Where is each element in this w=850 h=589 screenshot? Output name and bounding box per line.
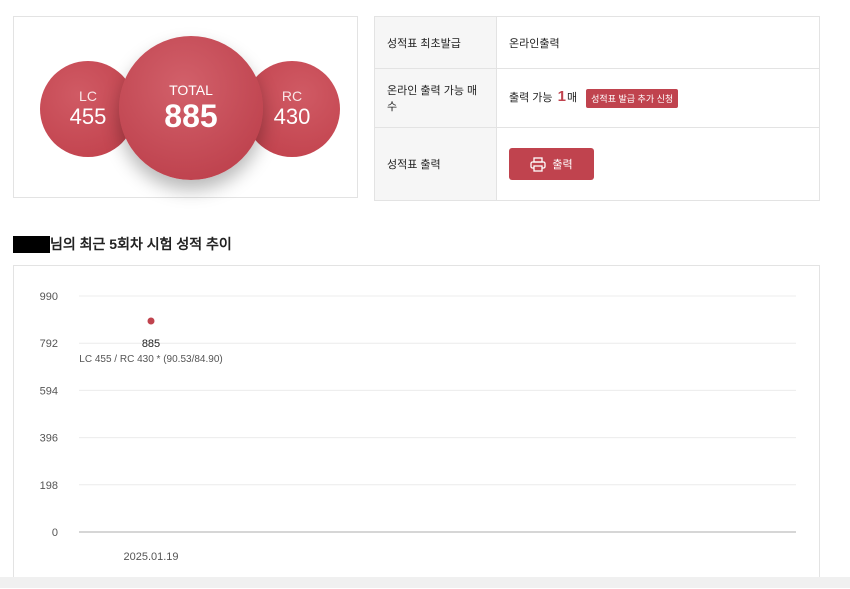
page-bottom-bar bbox=[0, 577, 850, 588]
data-sublabel: LC 455 / RC 430 * (90.53/84.90) bbox=[79, 354, 222, 365]
print-button[interactable]: 출력 bbox=[509, 148, 594, 180]
trend-title-text: 님의 최근 5회차 시험 성적 추이 bbox=[50, 236, 232, 252]
data-label: 885 bbox=[142, 338, 160, 350]
chart-svg: 0 198 396 594 792 990 2025.01.19 885 LC 455 / RC… bbox=[40, 291, 796, 563]
print-count-cell: 출력 가능 1매 성적표 발급 추가 신청 bbox=[496, 68, 820, 128]
trend-title: 님의 최근 5회차 시험 성적 추이 bbox=[13, 234, 232, 254]
redacted-name bbox=[13, 235, 50, 253]
transcript-info-table: 성적표 최초발급 온라인출력 온라인 출력 가능 매수 출력 가능 1매 성적표… bbox=[374, 16, 820, 201]
printer-icon bbox=[530, 156, 547, 172]
first-issue-value: 온라인출력 bbox=[496, 16, 820, 69]
rc-value: 430 bbox=[273, 104, 311, 129]
rc-label: RC bbox=[281, 88, 303, 104]
print-count-prefix: 출력 가능 bbox=[509, 92, 553, 105]
lc-label: LC bbox=[79, 88, 97, 104]
request-additional-issue-button[interactable]: 성적표 발급 추가 신청 bbox=[586, 88, 679, 108]
total-score-circle: TOTAL 885 bbox=[119, 36, 263, 180]
first-issue-label: 성적표 최초발급 bbox=[374, 16, 497, 69]
info-row-print-count: 온라인 출력 가능 매수 출력 가능 1매 성적표 발급 추가 신청 bbox=[374, 68, 820, 128]
total-value: 885 bbox=[164, 98, 218, 134]
print-cell: 출력 bbox=[496, 127, 820, 201]
y-tick-label: 198 bbox=[40, 480, 58, 492]
print-count-number: 1 bbox=[557, 88, 566, 106]
y-tick-label: 792 bbox=[40, 338, 58, 350]
y-tick-label: 990 bbox=[40, 291, 58, 303]
info-row-first-issue: 성적표 최초발급 온라인출력 bbox=[374, 16, 820, 69]
info-row-print: 성적표 출력 출력 bbox=[374, 127, 820, 201]
score-trend-chart: 0 198 396 594 792 990 2025.01.19 885 LC 455 / RC… bbox=[13, 265, 820, 588]
lc-value: 455 bbox=[69, 104, 107, 129]
score-summary-panel: LC 455 RC 430 TOTAL 885 bbox=[13, 16, 358, 198]
data-point bbox=[147, 317, 155, 325]
total-label: TOTAL bbox=[169, 82, 213, 98]
y-tick-label: 396 bbox=[40, 433, 58, 445]
print-count-unit: 매 bbox=[566, 92, 578, 105]
print-label: 성적표 출력 bbox=[374, 127, 497, 201]
x-tick-label: 2025.01.19 bbox=[123, 551, 178, 563]
y-tick-label: 0 bbox=[52, 527, 58, 539]
y-tick-label: 594 bbox=[40, 385, 58, 397]
print-button-label: 출력 bbox=[552, 159, 573, 171]
print-count-label: 온라인 출력 가능 매수 bbox=[374, 68, 497, 128]
